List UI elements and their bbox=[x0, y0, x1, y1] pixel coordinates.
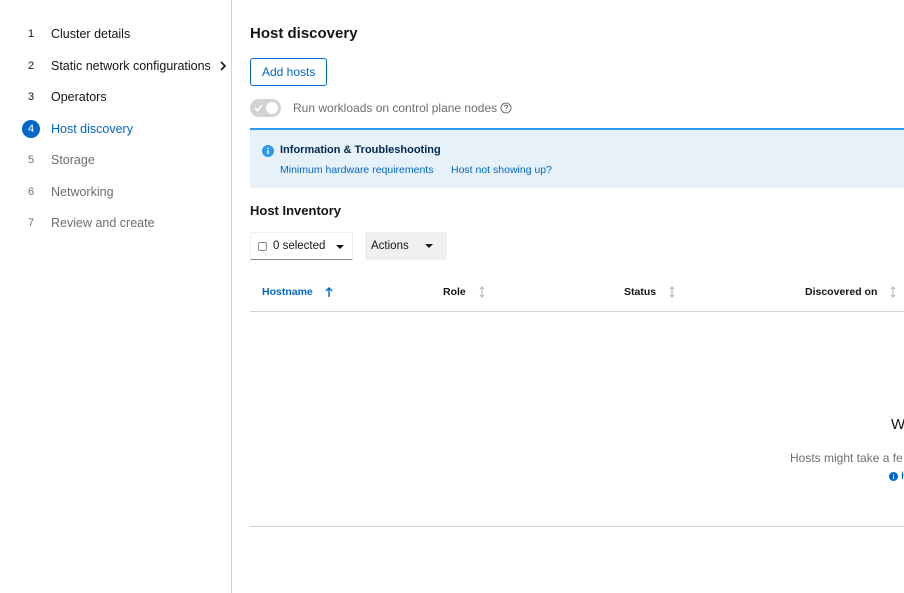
question-circle-icon[interactable] bbox=[500, 102, 512, 114]
switch-knob bbox=[266, 102, 278, 114]
wizard-step-cluster-details[interactable]: 1 Cluster details bbox=[22, 24, 130, 44]
wizard-step-static-network-configurations[interactable]: 2 Static network configurations bbox=[22, 56, 229, 76]
column-header-role[interactable]: Role bbox=[443, 286, 486, 298]
step-number: 2 bbox=[27, 60, 35, 72]
control-plane-workloads-label: Run workloads on control plane nodes bbox=[293, 101, 498, 115]
wizard-step-operators[interactable]: 3 Operators bbox=[22, 87, 107, 107]
minimum-hardware-requirements-link[interactable]: Minimum hardware requirements bbox=[280, 164, 433, 176]
control-plane-workloads-switch[interactable] bbox=[250, 99, 281, 117]
alert-title: Information & Troubleshooting bbox=[280, 144, 441, 156]
control-plane-workloads-toggle-row: Run workloads on control plane nodes bbox=[250, 99, 512, 117]
column-label: Status bbox=[624, 286, 657, 298]
empty-state-title: W bbox=[891, 416, 904, 433]
add-hosts-button[interactable]: Add hosts bbox=[250, 58, 328, 86]
wizard-step-host-discovery[interactable]: 4 Host discovery bbox=[22, 119, 133, 139]
bulk-select-label: 0 selected bbox=[273, 240, 326, 252]
host-inventory-title: Host Inventory bbox=[250, 203, 342, 218]
column-label: Discovered on bbox=[805, 286, 878, 298]
column-header-discovered-on[interactable]: Discovered on bbox=[805, 286, 897, 298]
column-header-status[interactable]: Status bbox=[624, 286, 676, 298]
caret-down-icon bbox=[336, 245, 344, 249]
column-label: Hostname bbox=[262, 286, 313, 298]
sort-ascending-icon bbox=[325, 286, 333, 298]
caret-down-icon bbox=[425, 244, 433, 248]
info-circle-icon bbox=[889, 471, 898, 481]
step-label: Networking bbox=[51, 185, 114, 199]
wizard-step-review-and-create: 7 Review and create bbox=[22, 213, 155, 233]
sort-icon bbox=[889, 286, 897, 298]
bulk-select-checkbox[interactable] bbox=[258, 241, 267, 251]
column-header-hostname[interactable]: Hostname bbox=[262, 286, 333, 298]
table-bottom-divider bbox=[250, 526, 904, 527]
column-label: Role bbox=[443, 286, 466, 298]
empty-state-troubleshoot-link[interactable]: H bbox=[889, 470, 904, 482]
step-label: Static network configurations bbox=[51, 59, 211, 73]
page-title: Host discovery bbox=[250, 25, 358, 42]
wizard-step-storage: 5 Storage bbox=[22, 150, 95, 170]
table-header: Hostname Role Status Discovered on bbox=[250, 278, 904, 312]
info-circle-icon bbox=[262, 144, 274, 162]
step-label: Host discovery bbox=[51, 122, 133, 136]
main-content: Host discovery Add hosts Run workloads o… bbox=[250, 0, 904, 593]
step-number: 6 bbox=[27, 186, 35, 198]
actions-label: Actions bbox=[371, 240, 409, 252]
step-label: Operators bbox=[51, 90, 107, 104]
step-label: Storage bbox=[51, 153, 95, 167]
chevron-right-icon[interactable] bbox=[219, 61, 229, 71]
host-not-showing-up-link[interactable]: Host not showing up? bbox=[451, 164, 552, 176]
wizard-step-networking: 6 Networking bbox=[22, 182, 114, 202]
info-troubleshooting-alert: Information & Troubleshooting Minimum ha… bbox=[250, 128, 904, 188]
step-label: Cluster details bbox=[51, 27, 131, 41]
actions-dropdown[interactable]: Actions bbox=[365, 232, 447, 260]
wizard-nav: 1 Cluster details 2 Static network confi… bbox=[0, 0, 232, 593]
sort-icon bbox=[668, 286, 676, 298]
empty-state-body: Hosts might take a fe bbox=[790, 451, 903, 465]
step-number: 5 bbox=[27, 154, 35, 166]
step-number: 3 bbox=[27, 91, 35, 103]
step-label: Review and create bbox=[51, 216, 155, 230]
step-number: 1 bbox=[27, 28, 35, 40]
bulk-select-dropdown[interactable]: 0 selected bbox=[250, 232, 353, 260]
step-number: 7 bbox=[27, 217, 35, 229]
sort-icon bbox=[478, 286, 486, 298]
step-number: 4 bbox=[22, 120, 40, 138]
